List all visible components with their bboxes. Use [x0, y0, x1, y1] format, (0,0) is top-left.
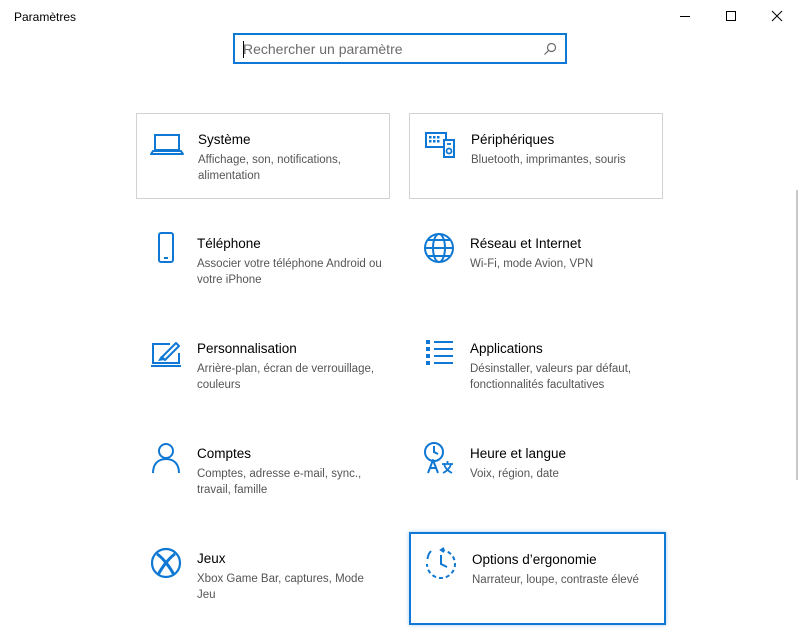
xbox-icon: [150, 547, 182, 579]
tile-title: Applications: [470, 341, 543, 356]
search-icon[interactable]: [543, 42, 557, 56]
title-bar: Paramètres: [0, 0, 800, 32]
tile-description: Narrateur, loupe, contraste élevé: [472, 574, 639, 586]
tile-description: Associer votre téléphone Android ou votr…: [197, 258, 382, 286]
category-tile-accounts[interactable]: Comptes Comptes, adresse e-mail, sync., …: [136, 428, 390, 514]
personalization-icon: [151, 342, 181, 367]
laptop-icon: [150, 134, 184, 155]
tile-description: Xbox Game Bar, captures, Mode Jeu: [197, 573, 364, 601]
devices-icon: [425, 132, 455, 158]
tile-description: Voix, région, date: [470, 468, 559, 480]
globe-icon: [424, 233, 454, 263]
tile-title: Comptes: [197, 446, 252, 461]
close-icon: [771, 10, 783, 22]
tile-title: Personnalisation: [197, 341, 297, 356]
tile-description: Bluetooth, imprimantes, souris: [471, 154, 626, 166]
tile-title: Téléphone: [197, 236, 261, 251]
category-tile-devices[interactable]: Périphériques Bluetooth, imprimantes, so…: [409, 113, 663, 199]
category-tile-network[interactable]: Réseau et Internet Wi-Fi, mode Avion, VP…: [409, 218, 663, 304]
tile-title: Réseau et Internet: [470, 236, 582, 251]
minimize-icon: [680, 16, 690, 17]
category-tile-gaming[interactable]: Jeux Xbox Game Bar, captures, Mode Jeu: [136, 533, 390, 619]
close-button[interactable]: [754, 0, 800, 32]
ease-of-access-icon: [426, 547, 456, 579]
person-icon: [152, 443, 180, 474]
maximize-button[interactable]: [708, 0, 754, 32]
search-input[interactable]: [243, 40, 533, 58]
phone-icon: [158, 232, 174, 263]
tile-title: Jeux: [197, 551, 226, 566]
tile-title: Options d’ergonomie: [472, 552, 597, 567]
minimize-button[interactable]: [662, 0, 708, 32]
tile-description: Comptes, adresse e-mail, sync., travail,…: [197, 468, 362, 496]
search-box[interactable]: [233, 33, 567, 64]
category-tile-ease-of-access[interactable]: Options d’ergonomie Narrateur, loupe, co…: [409, 532, 666, 625]
category-tile-personalization[interactable]: Personnalisation Arrière-plan, écran de …: [136, 323, 390, 409]
text-caret: [243, 41, 244, 58]
tile-description: Wi-Fi, mode Avion, VPN: [470, 258, 594, 270]
time-language-icon: [424, 442, 453, 474]
tile-title: Système: [198, 132, 251, 147]
category-tile-system[interactable]: Système Affichage, son, notifications, a…: [136, 113, 390, 199]
tile-description: Désinstaller, valeurs par défaut, foncti…: [470, 363, 632, 391]
tile-title: Périphériques: [471, 132, 555, 147]
tile-description: Arrière-plan, écran de verrouillage, cou…: [197, 363, 375, 391]
window-title: Paramètres: [14, 10, 77, 24]
apps-list-icon: [426, 340, 453, 365]
scrollbar-track[interactable]: [796, 190, 798, 480]
tile-title: Heure et langue: [470, 446, 567, 461]
category-tile-apps[interactable]: Applications Désinstaller, valeurs par d…: [409, 323, 663, 409]
category-tile-phone[interactable]: Téléphone Associer votre téléphone Andro…: [136, 218, 390, 304]
category-tile-time-language[interactable]: Heure et langue Voix, région, date: [409, 428, 663, 514]
maximize-icon: [726, 11, 736, 21]
tile-description: Affichage, son, notifications, alimentat…: [198, 154, 341, 182]
